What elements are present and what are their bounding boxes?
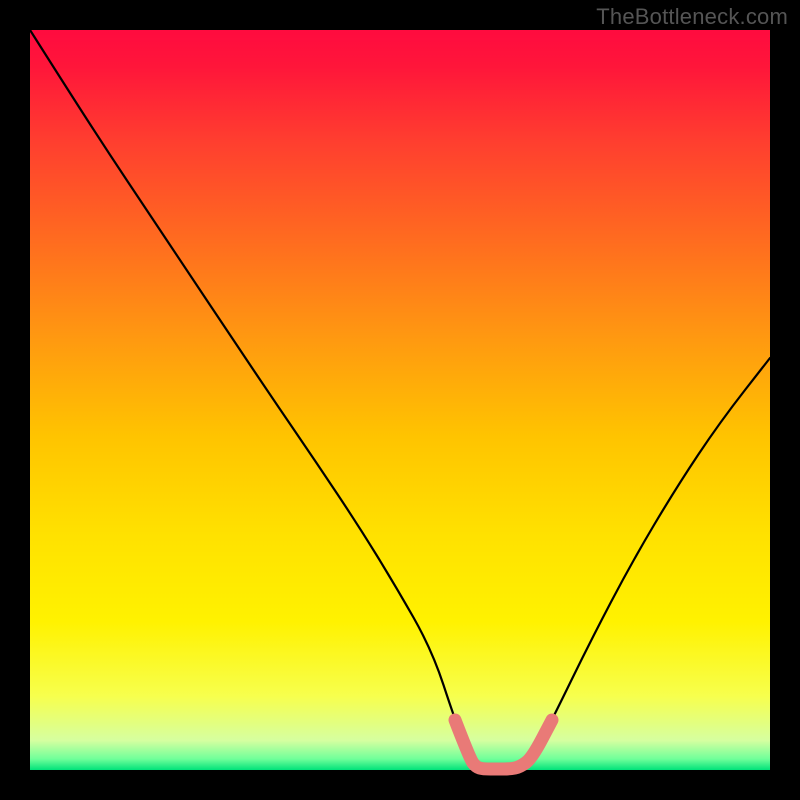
plot-background (30, 30, 770, 770)
watermark-text: TheBottleneck.com (596, 4, 788, 30)
bottleneck-chart (0, 0, 800, 800)
chart-frame: TheBottleneck.com (0, 0, 800, 800)
